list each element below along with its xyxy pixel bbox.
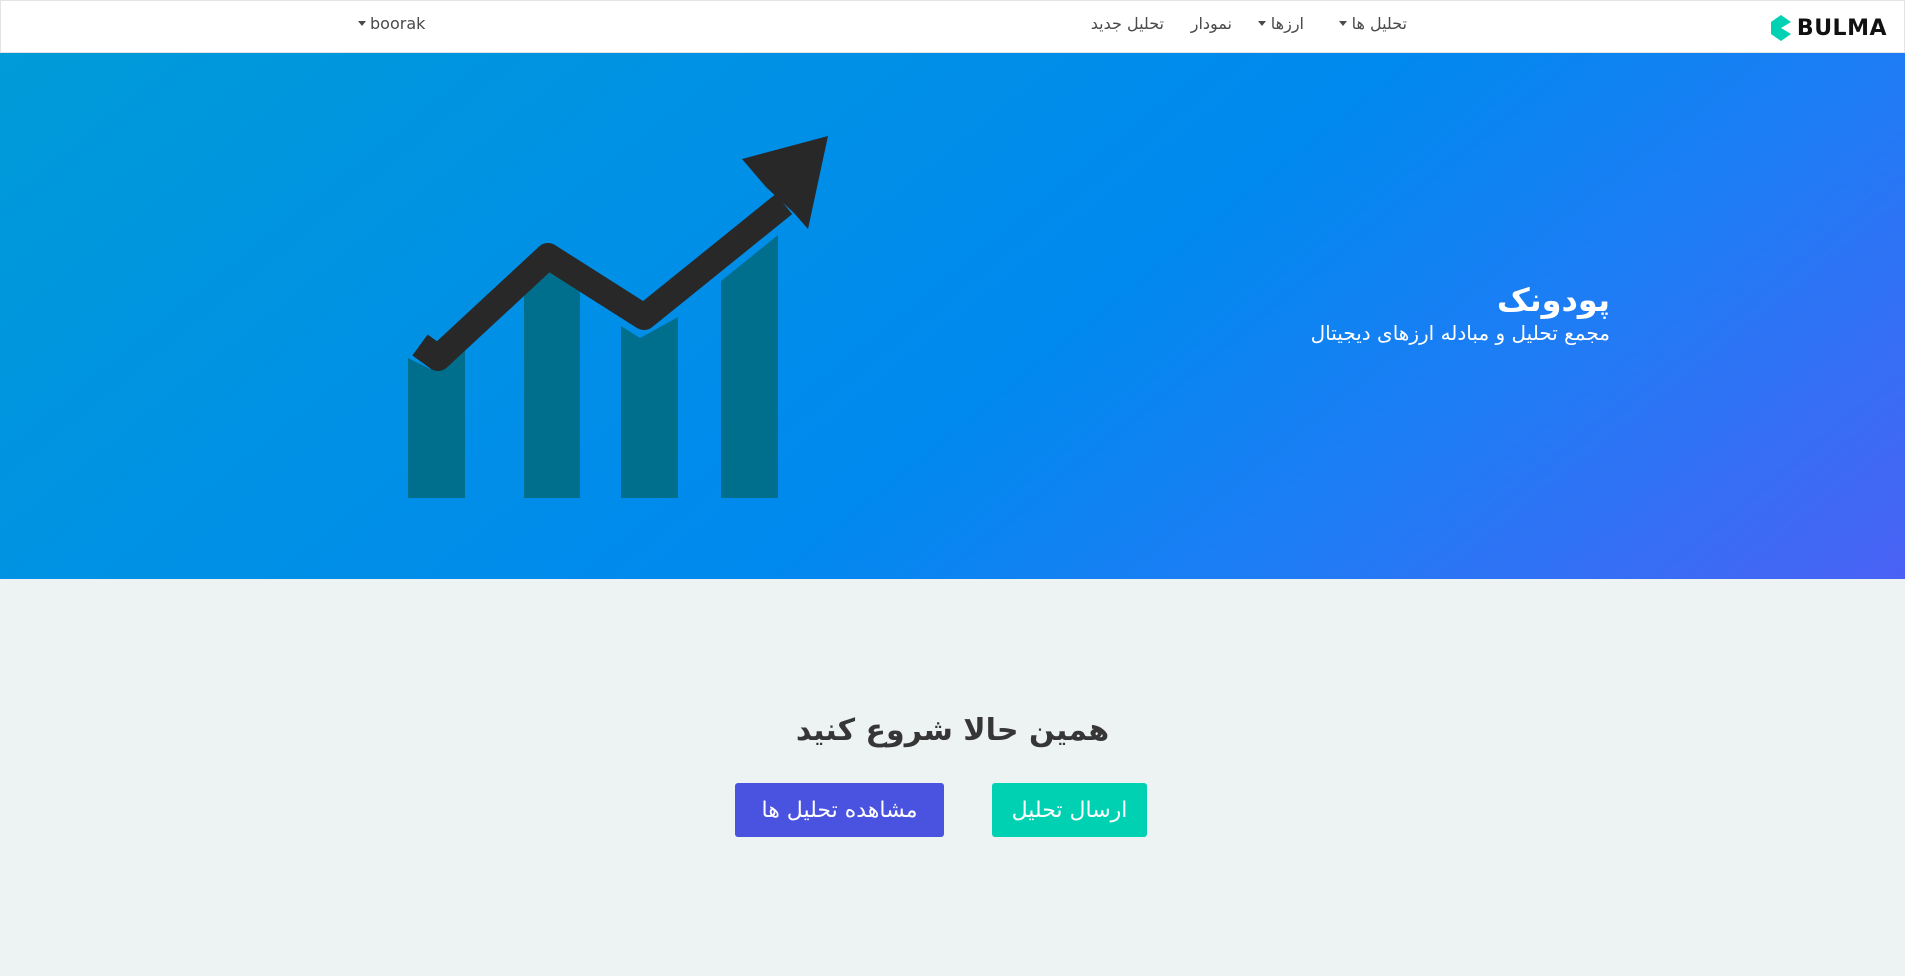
hero-title: پودونک xyxy=(1496,281,1610,319)
brand-logo[interactable]: BULMA xyxy=(1770,14,1887,42)
chevron-down-icon xyxy=(1338,21,1347,26)
view-analyses-button[interactable]: مشاهده تحلیل ها xyxy=(735,783,944,837)
nav-item-label: ارزها xyxy=(1270,14,1304,33)
navbar: BULMA تحلیل ها ارزها نمودار تحلیل جدید b… xyxy=(0,0,1905,53)
user-menu[interactable]: boorak xyxy=(358,14,425,33)
nav-item-label: تحلیل جدید xyxy=(1090,14,1164,33)
hero-subtitle: مجمع تحلیل و مبادله ارزهای دیجیتال xyxy=(1310,321,1610,345)
bulma-logo-icon xyxy=(1770,15,1791,41)
growth-chart-icon xyxy=(408,136,828,498)
hero-section: پودونک مجمع تحلیل و مبادله ارزهای دیجیتا… xyxy=(0,53,1905,579)
username: boorak xyxy=(370,14,426,33)
chevron-down-icon xyxy=(358,21,366,26)
nav-item-new-analysis[interactable]: تحلیل جدید xyxy=(1091,14,1164,33)
brand-name: BULMA xyxy=(1796,15,1887,41)
nav-item-currencies[interactable]: ارزها xyxy=(1257,14,1304,33)
send-analysis-button[interactable]: ارسال تحلیل xyxy=(992,783,1147,837)
cta-title: همین حالا شروع کنید xyxy=(795,713,1110,748)
nav-item-label: نمودار xyxy=(1190,14,1232,33)
nav-item-analyses[interactable]: تحلیل ها xyxy=(1338,14,1407,33)
nav-item-label: تحلیل ها xyxy=(1351,14,1407,33)
nav-item-chart[interactable]: نمودار xyxy=(1191,14,1232,33)
chevron-down-icon xyxy=(1257,21,1266,26)
